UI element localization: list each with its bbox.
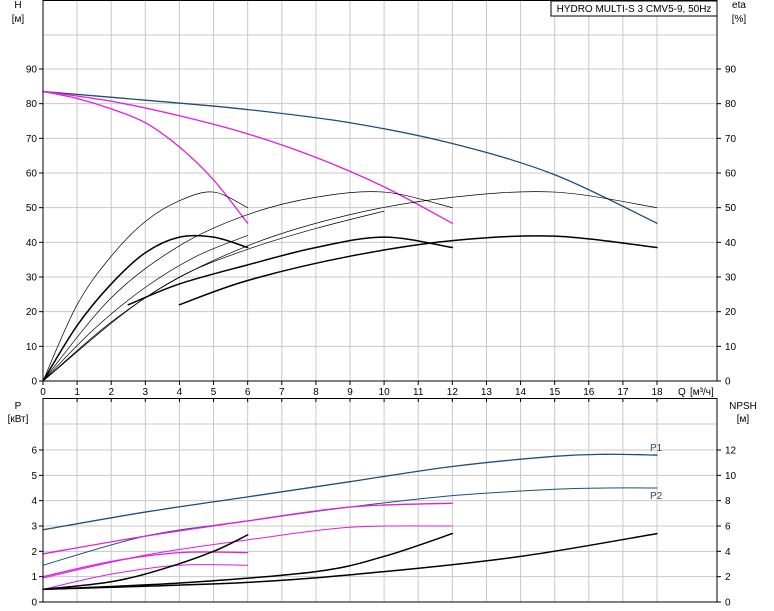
y-tick-label-right: 60 xyxy=(725,169,737,180)
x-tick-label: 1 xyxy=(74,387,80,398)
x-tick-label: 2 xyxy=(108,387,114,398)
y-tick-label-right: 30 xyxy=(725,273,737,284)
y-tick-label-right: 8 xyxy=(725,496,731,507)
y-axis-unit: [кВт] xyxy=(8,414,29,425)
x-tick-label: 17 xyxy=(617,387,629,398)
y-tick-label: 70 xyxy=(26,134,38,145)
x-tick-label: 13 xyxy=(481,387,493,398)
power-npsh-plot: 0123456024681012P1P2P[кВт]NPSH[м] xyxy=(8,398,757,609)
series-label: P1 xyxy=(650,443,663,454)
y-tick-label: 60 xyxy=(26,169,38,180)
x-axis-unit: [м³/ч] xyxy=(690,387,714,398)
y-axis-label: H xyxy=(14,0,21,11)
y-tick-label: 30 xyxy=(26,273,38,284)
y-tick-label: 4 xyxy=(31,496,37,507)
x-tick-label: 9 xyxy=(347,387,353,398)
y-tick-label-right: 2 xyxy=(725,572,731,583)
y-tick-label: 40 xyxy=(26,238,38,249)
y-axis-unit: [м] xyxy=(12,14,25,25)
y-axis-unit-right: [%] xyxy=(732,14,747,25)
y-tick-label-right: 70 xyxy=(725,134,737,145)
y-tick-label-right: 0 xyxy=(725,377,731,388)
head-efficiency-plot: 0 1 2 3 4 5 6 7 8 9 10 11 12 13 14 15 16 17 180 010 1020 2030… xyxy=(12,0,747,398)
y-tick-label-right: 12 xyxy=(725,446,737,457)
x-tick-label: 4 xyxy=(177,387,183,398)
y-tick-label: 50 xyxy=(26,203,38,214)
y-tick-label: 0 xyxy=(31,598,37,609)
x-axis-label: Q xyxy=(678,387,686,398)
y-axis-unit-right: [м] xyxy=(737,414,750,425)
y-tick-label: 6 xyxy=(31,446,37,457)
y-tick-label: 0 xyxy=(31,377,37,388)
y-axis-label-right: NPSH xyxy=(729,401,757,412)
y-tick-label-right: 20 xyxy=(725,307,737,318)
y-axis-label-right: eta xyxy=(732,0,746,11)
y-tick-label-right: 10 xyxy=(725,342,737,353)
x-tick-label: 15 xyxy=(549,387,561,398)
y-tick-label: 2 xyxy=(31,547,37,558)
pump-performance-chart: 0 1 2 3 4 5 6 7 8 9 10 11 12 13 14 15 16 17 18 0 0 10 10 20 20 30… xyxy=(0,0,774,611)
y-tick-label: 80 xyxy=(26,99,38,110)
x-tick-label: 3 xyxy=(143,387,149,398)
plot-frame xyxy=(42,0,718,382)
y-tick-label-right: 90 xyxy=(725,65,737,76)
x-tick-label: 6 xyxy=(245,387,251,398)
x-tick-label: 7 xyxy=(279,387,285,398)
x-tick-label: 11 xyxy=(413,387,424,398)
x-tick-label: 5 xyxy=(211,387,217,398)
y-axis-label: P xyxy=(15,401,22,412)
y-tick-label-right: 40 xyxy=(725,238,737,249)
x-tick-label: 8 xyxy=(313,387,319,398)
series-label: P2 xyxy=(650,491,663,502)
x-tick-label: 0 xyxy=(40,387,46,398)
chart-title: HYDRO MULTI-S 3 CMV5-9, 50Hz xyxy=(557,4,712,15)
x-tick-label: 18 xyxy=(651,387,663,398)
x-tick-label: 16 xyxy=(583,387,595,398)
y-tick-label-right: 10 xyxy=(725,471,737,482)
chart-canvas: 0 1 2 3 4 5 6 7 8 9 10 11 12 13 14 15 16 17 180 010 1020 2030… xyxy=(8,0,757,609)
y-tick-label-right: 80 xyxy=(725,99,737,110)
y-tick-label: 5 xyxy=(31,471,37,482)
y-tick-label: 90 xyxy=(26,65,38,76)
y-tick-label-right: 4 xyxy=(725,547,731,558)
x-tick-label: 12 xyxy=(447,387,459,398)
y-tick-label: 20 xyxy=(26,307,38,318)
y-tick-label: 3 xyxy=(31,522,37,533)
y-tick-label: 1 xyxy=(31,572,37,583)
x-tick-label: 14 xyxy=(515,387,527,398)
x-tick-label: 10 xyxy=(379,387,391,398)
y-tick-label-right: 0 xyxy=(725,598,731,609)
y-tick-label-right: 50 xyxy=(725,203,737,214)
y-tick-label-right: 6 xyxy=(725,522,731,533)
y-tick-label: 10 xyxy=(26,342,38,353)
